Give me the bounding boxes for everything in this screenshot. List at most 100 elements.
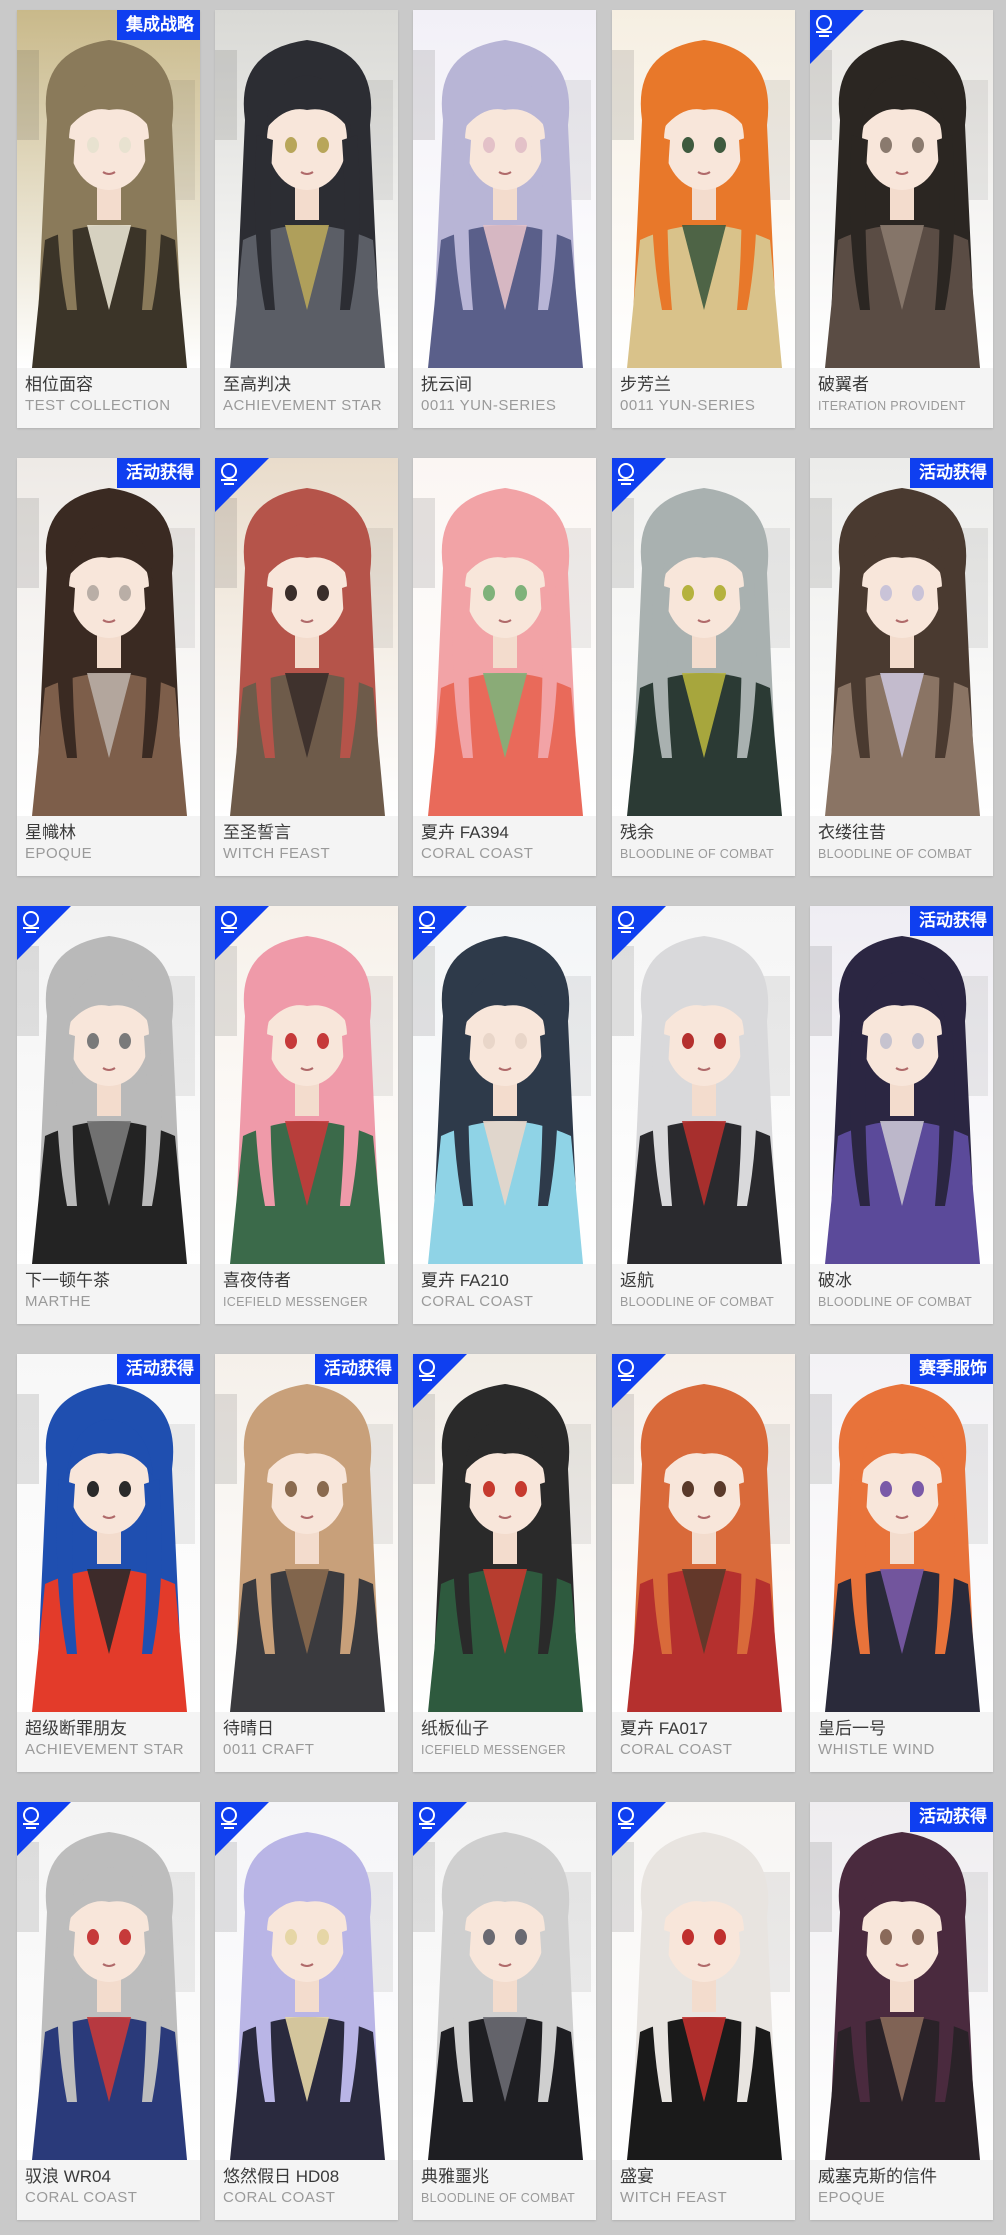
- skin-name: 衣缕往昔: [818, 823, 886, 842]
- skin-card[interactable]: 残余 BLOODLINE OF COMBAT: [612, 458, 795, 876]
- skin-name: 夏卉 FA017: [620, 1719, 708, 1738]
- skin-caption: 威塞克斯的信件 EPOQUE: [810, 2160, 993, 2220]
- brand-corner-icon: [413, 906, 467, 960]
- skin-caption: 至高判决 ACHIEVEMENT STAR: [215, 368, 398, 428]
- skin-name: 皇后一号: [818, 1719, 886, 1738]
- skin-card[interactable]: 抚云间 0011 YUN-SERIES: [413, 10, 596, 428]
- skin-card[interactable]: 活动获得威塞克斯的信件 EPOQUE: [810, 1802, 993, 2220]
- skin-caption: 纸板仙子 ICEFIELD MESSENGER: [413, 1712, 596, 1772]
- skin-caption: 破翼者 ITERATION PROVIDENT: [810, 368, 993, 428]
- skin-artwork: [612, 10, 795, 368]
- skin-card[interactable]: 活动获得 衣缕往昔 BLOODLINE OF COMBAT: [810, 458, 993, 876]
- skin-artwork: [215, 10, 398, 368]
- skin-name: 相位面容: [25, 375, 93, 394]
- skin-card[interactable]: 悠然假日 HD08 CORAL COAST: [215, 1802, 398, 2220]
- skin-name: 残余: [620, 823, 654, 842]
- skin-caption: 皇后一号 WHISTLE WIND: [810, 1712, 993, 1772]
- skin-card[interactable]: 至高判决 ACHIEVEMENT STAR: [215, 10, 398, 428]
- skin-card[interactable]: 夏卉 FA017 CORAL COAST: [612, 1354, 795, 1772]
- skin-series: ACHIEVEMENT STAR: [25, 1741, 185, 1758]
- brand-corner-icon: [612, 1354, 666, 1408]
- skin-caption: 相位面容 TEST COLLECTION: [17, 368, 200, 428]
- skin-artwork: [810, 458, 993, 816]
- skin-card[interactable]: 活动获得 破冰 BLOODLINE OF COMBAT: [810, 906, 993, 1324]
- skin-series: ACHIEVEMENT STAR: [223, 397, 383, 414]
- skin-card[interactable]: 步芳兰 0011 YUN-SERIES: [612, 10, 795, 428]
- skin-artwork: [810, 906, 993, 1264]
- skin-series: BLOODLINE OF COMBAT: [818, 1295, 973, 1309]
- skin-card[interactable]: 活动获得 超级断罪朋友 ACHIEVEMENT STAR: [17, 1354, 200, 1772]
- skin-caption: 残余 BLOODLINE OF COMBAT: [612, 816, 795, 876]
- skin-caption: 衣缕往昔 BLOODLINE OF COMBAT: [810, 816, 993, 876]
- skin-series: 0011 YUN-SERIES: [620, 397, 756, 414]
- skin-card[interactable]: 盛宴 WITCH FEAST: [612, 1802, 795, 2220]
- skin-caption: 步芳兰 0011 YUN-SERIES: [612, 368, 795, 428]
- skin-name: 待晴日: [223, 1719, 274, 1738]
- skin-caption: 待晴日 0011 CRAFT: [215, 1712, 398, 1772]
- brand-corner-icon: [17, 1802, 71, 1856]
- brand-corner-icon: [17, 906, 71, 960]
- acquisition-badge: 活动获得: [117, 458, 200, 488]
- skin-caption: 悠然假日 HD08 CORAL COAST: [215, 2160, 398, 2220]
- skin-name: 下一顿午茶: [25, 1271, 110, 1290]
- skin-card[interactable]: 夏卉 FA394 CORAL COAST: [413, 458, 596, 876]
- skin-card[interactable]: 纸板仙子 ICEFIELD MESSENGER: [413, 1354, 596, 1772]
- skin-card[interactable]: 夏卉 FA210 CORAL COAST: [413, 906, 596, 1324]
- skin-caption: 夏卉 FA394 CORAL COAST: [413, 816, 596, 876]
- skin-caption: 驭浪 WR04 CORAL COAST: [17, 2160, 200, 2220]
- skin-name: 喜夜侍者: [223, 1271, 291, 1290]
- skin-caption: 夏卉 FA210 CORAL COAST: [413, 1264, 596, 1324]
- acquisition-badge: 活动获得: [910, 906, 993, 936]
- skin-name: 威塞克斯的信件: [818, 2167, 937, 2186]
- skin-artwork: [17, 458, 200, 816]
- skin-caption: 返航 BLOODLINE OF COMBAT: [612, 1264, 795, 1324]
- skin-artwork: [810, 1802, 993, 2160]
- skin-series: ICEFIELD MESSENGER: [223, 1295, 369, 1309]
- skin-card[interactable]: 赛季服饰皇后一号 WHISTLE WIND: [810, 1354, 993, 1772]
- skin-name: 返航: [620, 1271, 654, 1290]
- skin-artwork: [413, 10, 596, 368]
- skin-card[interactable]: 下一顿午茶 MARTHE: [17, 906, 200, 1324]
- skin-series: BLOODLINE OF COMBAT: [620, 847, 775, 861]
- skin-series: EPOQUE: [25, 845, 93, 862]
- skin-series: 0011 CRAFT: [223, 1741, 315, 1758]
- skin-name: 盛宴: [620, 2167, 654, 2186]
- skin-series: BLOODLINE OF COMBAT: [818, 847, 973, 861]
- skin-name: 至圣誓言: [223, 823, 291, 842]
- acquisition-badge: 集成战略: [117, 10, 200, 40]
- skin-name: 夏卉 FA394: [421, 823, 509, 842]
- skin-card[interactable]: 集成战略相位面容 TEST COLLECTION: [17, 10, 200, 428]
- skin-artwork: [810, 1354, 993, 1712]
- skin-artwork: [17, 10, 200, 368]
- skin-series: BLOODLINE OF COMBAT: [421, 2191, 576, 2205]
- skin-card[interactable]: 喜夜侍者 ICEFIELD MESSENGER: [215, 906, 398, 1324]
- skin-card[interactable]: 活动获得星幟林 EPOQUE: [17, 458, 200, 876]
- skin-card[interactable]: 驭浪 WR04 CORAL COAST: [17, 1802, 200, 2220]
- skin-series: CORAL COAST: [25, 2189, 138, 2206]
- skin-series: CORAL COAST: [421, 845, 534, 862]
- skin-series: ITERATION PROVIDENT: [818, 399, 966, 413]
- brand-corner-icon: [612, 906, 666, 960]
- skin-name: 典雅噩兆: [421, 2167, 489, 2186]
- skin-name: 超级断罪朋友: [25, 1719, 127, 1738]
- skin-series: CORAL COAST: [421, 1293, 534, 1310]
- skin-card[interactable]: 破翼者 ITERATION PROVIDENT: [810, 10, 993, 428]
- skin-caption: 夏卉 FA017 CORAL COAST: [612, 1712, 795, 1772]
- skin-series: TEST COLLECTION: [25, 397, 171, 414]
- acquisition-badge: 赛季服饰: [910, 1354, 993, 1384]
- skin-series: CORAL COAST: [223, 2189, 336, 2206]
- skin-card[interactable]: 返航 BLOODLINE OF COMBAT: [612, 906, 795, 1324]
- skin-card[interactable]: 活动获得 待晴日 0011 CRAFT: [215, 1354, 398, 1772]
- skin-name: 破翼者: [818, 375, 869, 394]
- skin-series: 0011 YUN-SERIES: [421, 397, 557, 414]
- acquisition-badge: 活动获得: [910, 1802, 993, 1832]
- skin-card[interactable]: 至圣誓言 WITCH FEAST: [215, 458, 398, 876]
- skin-caption: 喜夜侍者 ICEFIELD MESSENGER: [215, 1264, 398, 1324]
- skin-artwork: [17, 1354, 200, 1712]
- skin-caption: 下一顿午茶 MARTHE: [17, 1264, 200, 1324]
- brand-corner-icon: [413, 1802, 467, 1856]
- skin-caption: 超级断罪朋友 ACHIEVEMENT STAR: [17, 1712, 200, 1772]
- skin-card[interactable]: 典雅噩兆 BLOODLINE OF COMBAT: [413, 1802, 596, 2220]
- skin-name: 星幟林: [25, 823, 76, 842]
- skin-name: 至高判决: [223, 375, 291, 394]
